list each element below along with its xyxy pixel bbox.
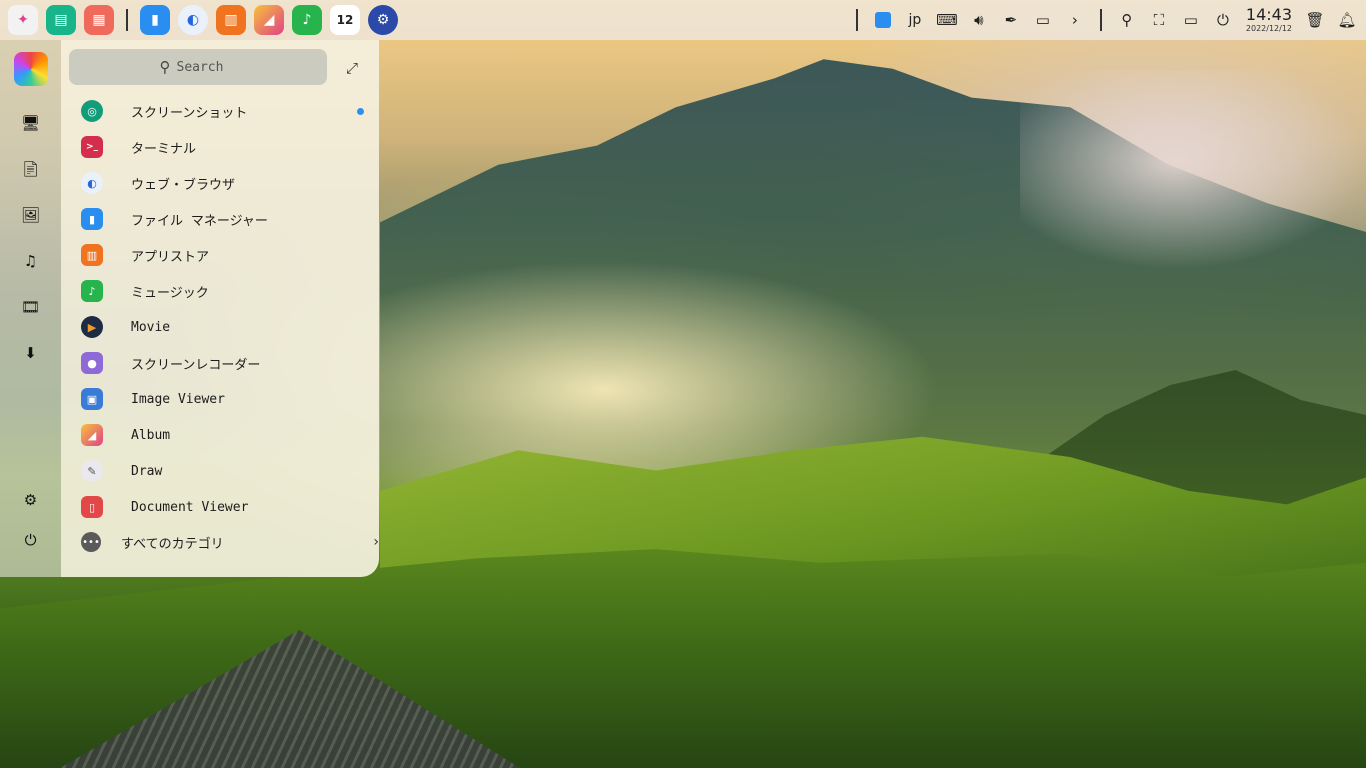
clock-time: 14:43 xyxy=(1245,5,1292,24)
power-icon[interactable]: ⏻ xyxy=(16,525,46,555)
new-app-indicator xyxy=(357,108,364,115)
app-label: ウェブ・ブラウザ xyxy=(131,177,236,193)
list-item[interactable]: ◎ スクリーンショット xyxy=(61,93,379,129)
system-tray: jp ⌨ 🔊︎ ✒ ▭ › ⚲ ⛶ ▭ ⏻ 14:43 2022/12/12 🗑… xyxy=(852,7,1358,33)
app-label: ミュージック xyxy=(131,285,209,301)
list-item[interactable]: >_ ターミナル xyxy=(61,129,379,165)
music-icon: ♪ xyxy=(81,280,103,302)
list-item[interactable]: ◢ Album xyxy=(61,417,379,453)
app-label: Album xyxy=(131,427,171,443)
terminal-icon: >_ xyxy=(81,136,103,158)
computer-icon[interactable]: 🖥︎ xyxy=(16,108,46,138)
music-icon[interactable]: ♪ xyxy=(292,5,322,35)
list-item[interactable]: ● スクリーンレコーダー xyxy=(61,345,379,381)
app-grid-icon[interactable]: ▦ xyxy=(84,5,114,35)
album-icon: ◢ xyxy=(81,424,103,446)
music-note-icon[interactable]: ♫ xyxy=(16,246,46,276)
display-icon[interactable]: ▭ xyxy=(1180,9,1202,31)
input-method-indicator[interactable]: jp xyxy=(904,9,926,31)
dock: ✦ ▤ ▦ ▮ ◐ ▥ ◢ ♪ 12 ⚙ xyxy=(8,5,398,35)
search-input[interactable] xyxy=(176,59,237,75)
clock-date: 2022/12/12 xyxy=(1245,24,1292,33)
launcher-main: ⚲ ⤢ ◎ スクリーンショット >_ ターミナル ◐ ウェブ・ブラウザ ▮ ファ… xyxy=(61,40,379,577)
list-item[interactable]: ▣ Image Viewer xyxy=(61,381,379,417)
dock-separator xyxy=(126,9,128,31)
file-manager-icon[interactable]: ▮ xyxy=(140,5,170,35)
battery-icon[interactable]: ▭ xyxy=(1032,9,1054,31)
picture-icon[interactable]: 🖼︎ xyxy=(16,200,46,230)
screenshot-tray-icon[interactable] xyxy=(872,9,894,31)
app-label: スクリーンレコーダー xyxy=(131,357,261,373)
browser-icon[interactable]: ◐ xyxy=(178,5,208,35)
taskbar: ✦ ▤ ▦ ▮ ◐ ▥ ◢ ♪ 12 ⚙ jp ⌨ 🔊︎ ✒ ▭ › ⚲ ⛶ ▭… xyxy=(0,0,1366,40)
launcher-icon[interactable]: ✦ xyxy=(8,5,38,35)
app-label: ファイル マネージャー xyxy=(131,213,268,229)
avatar[interactable] xyxy=(13,52,48,86)
chevron-right-icon: › xyxy=(373,534,379,550)
app-label: Movie xyxy=(131,319,171,335)
multitasking-icon[interactable]: ▤ xyxy=(46,5,76,35)
browser-icon: ◐ xyxy=(81,172,103,194)
list-item[interactable]: ▥ アプリストア xyxy=(61,237,379,273)
app-label: ターミナル xyxy=(131,141,197,157)
wallpaper-cloud xyxy=(1020,70,1366,270)
list-item[interactable]: ♪ ミュージック xyxy=(61,273,379,309)
fullscreen-expand-icon[interactable]: ⤢ xyxy=(341,57,363,79)
list-item[interactable]: ◐ ウェブ・ブラウザ xyxy=(61,165,379,201)
app-launcher: 🖥︎ 📄︎ 🖼︎ ♫ 🎞︎ ⬇ ⚙ ⏻ ⚲ ⤢ ◎ スクリーンショット >_ タ… xyxy=(0,40,379,577)
sidebar-bottom: ⚙ ⏻ xyxy=(16,485,46,577)
launcher-sidebar: 🖥︎ 📄︎ 🖼︎ ♫ 🎞︎ ⬇ ⚙ ⏻ xyxy=(0,40,61,577)
draw-icon: ✎ xyxy=(81,460,103,482)
app-label: Draw xyxy=(131,463,163,479)
file-manager-icon: ▮ xyxy=(81,208,103,230)
document-icon[interactable]: 📄︎ xyxy=(16,154,46,184)
album-icon[interactable]: ◢ xyxy=(254,5,284,35)
app-list: ◎ スクリーンショット >_ ターミナル ◐ ウェブ・ブラウザ ▮ ファイル マ… xyxy=(61,93,379,525)
volume-icon[interactable]: 🔊︎ xyxy=(968,9,990,31)
tray-separator-2 xyxy=(1099,9,1102,31)
search-icon[interactable]: ⚲ xyxy=(1116,9,1138,31)
search-icon: ⚲ xyxy=(159,58,171,76)
tray-separator xyxy=(855,9,858,31)
all-categories-button[interactable]: ••• すべてのカテゴリ › xyxy=(61,525,379,559)
app-label: Document Viewer xyxy=(131,499,249,515)
calendar-icon[interactable]: 12 xyxy=(330,5,360,35)
control-center-icon[interactable]: ⚙ xyxy=(16,485,46,515)
all-categories-label: すべてのカテゴリ xyxy=(121,536,224,552)
settings-icon[interactable]: ⚙ xyxy=(368,5,398,35)
expand-arrow-icon[interactable]: › xyxy=(1064,9,1086,31)
screen-recorder-icon: ● xyxy=(81,352,103,374)
notification-bell-icon[interactable]: 🔔︎ xyxy=(1336,9,1358,31)
keyboard-icon[interactable]: ⌨ xyxy=(936,9,958,31)
list-item[interactable]: ▯ Document Viewer xyxy=(61,489,379,525)
search-box[interactable]: ⚲ xyxy=(69,49,327,85)
app-label: アプリストア xyxy=(131,249,210,265)
document-viewer-icon: ▯ xyxy=(81,496,103,518)
video-icon[interactable]: 🎞︎ xyxy=(16,292,46,322)
app-label: スクリーンショット xyxy=(131,105,248,121)
more-icon: ••• xyxy=(81,532,101,552)
image-viewer-icon: ▣ xyxy=(81,388,103,410)
list-item[interactable]: ▶ Movie xyxy=(61,309,379,345)
pen-icon[interactable]: ✒ xyxy=(1000,9,1022,31)
list-item[interactable]: ✎ Draw xyxy=(61,453,379,489)
screen-capture-icon[interactable]: ⛶ xyxy=(1148,9,1170,31)
clock[interactable]: 14:43 2022/12/12 xyxy=(1246,7,1292,33)
screenshot-icon: ◎ xyxy=(81,100,103,122)
app-label: Image Viewer xyxy=(131,391,225,407)
list-item[interactable]: ▮ ファイル マネージャー xyxy=(61,201,379,237)
movie-icon: ▶ xyxy=(81,316,103,338)
trash-icon[interactable]: 🗑︎ xyxy=(1304,9,1326,31)
app-store-icon[interactable]: ▥ xyxy=(216,5,246,35)
app-store-icon: ▥ xyxy=(81,244,103,266)
download-icon[interactable]: ⬇ xyxy=(16,338,46,368)
power-icon[interactable]: ⏻ xyxy=(1212,9,1234,31)
